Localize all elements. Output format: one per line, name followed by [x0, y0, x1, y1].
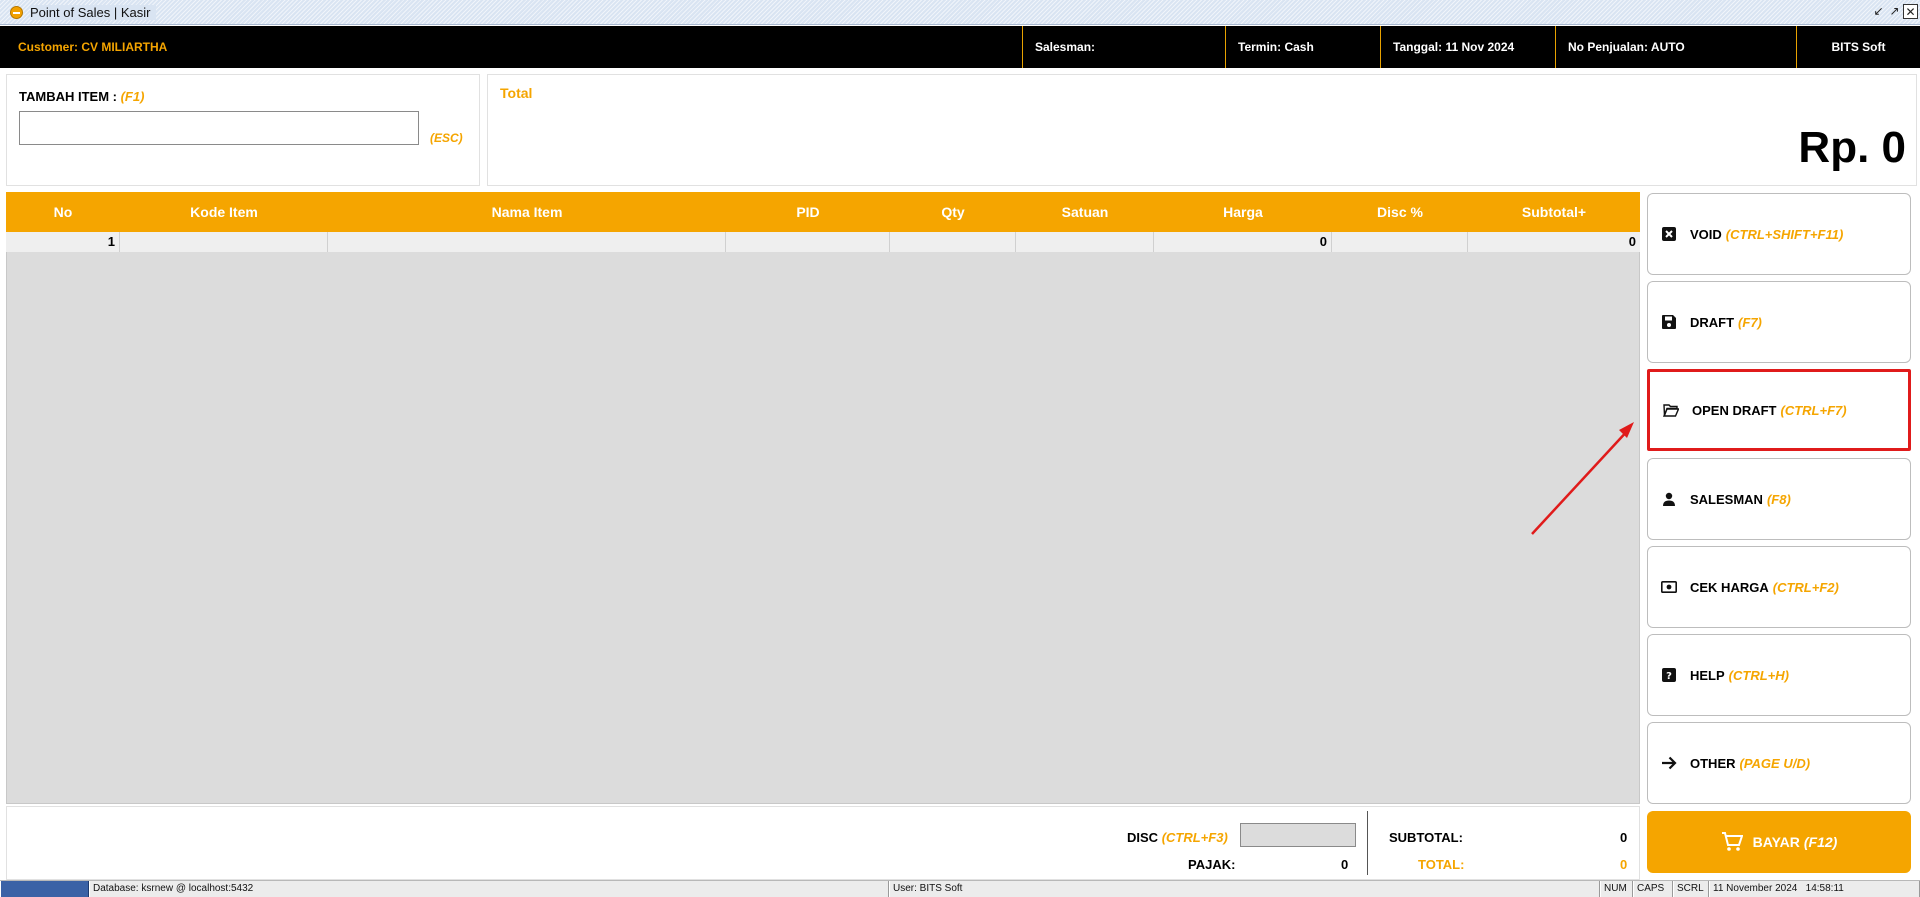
add-item-input[interactable] — [19, 111, 419, 145]
salesman-shortcut: (F8) — [1766, 491, 1791, 507]
total-amount: Rp. 0 — [1798, 123, 1906, 172]
col-subtotal[interactable]: Subtotal+ — [1468, 192, 1640, 232]
restore-icon[interactable]: ↙ — [1871, 4, 1886, 19]
draft-button[interactable]: DRAFT (F7) — [1647, 281, 1911, 363]
disc-input[interactable] — [1240, 823, 1356, 847]
esc-shortcut: (ESC) — [430, 131, 463, 145]
info-bar: Customer: CV MILIARTHA Salesman: Termin:… — [0, 26, 1920, 68]
grid-header: No Kode Item Nama Item PID Qty Satuan Ha… — [6, 192, 1640, 232]
add-item-label: TAMBAH ITEM : (F1) — [19, 89, 144, 104]
cart-icon — [1721, 832, 1743, 852]
company-label: BITS Soft — [1796, 26, 1920, 68]
disc-label: DISC — [1127, 830, 1159, 845]
cek-harga-label: CEK HARGA — [1690, 579, 1769, 595]
salesman-button[interactable]: SALESMAN (F8) — [1647, 458, 1911, 540]
svg-text:?: ? — [1666, 671, 1672, 682]
cell-satuan — [1016, 232, 1154, 252]
help-label: HELP — [1690, 667, 1725, 683]
void-label: VOID — [1690, 226, 1722, 242]
col-nama-item[interactable]: Nama Item — [328, 192, 726, 232]
cell-harga: 0 — [1154, 232, 1332, 252]
void-button[interactable]: VOID (CTRL+SHIFT+F11) — [1647, 193, 1911, 275]
total-summary-label: TOTAL: — [1418, 857, 1465, 872]
status-caps: CAPS — [1633, 881, 1673, 897]
save-icon — [1660, 313, 1678, 331]
col-disc[interactable]: Disc % — [1332, 192, 1468, 232]
items-grid[interactable] — [6, 192, 1640, 804]
cell-subtotal: 0 — [1628, 234, 1636, 249]
total-panel: Total Rp. 0 — [487, 74, 1917, 186]
bayar-shortcut: (F12) — [1803, 834, 1838, 850]
draft-label: DRAFT — [1690, 314, 1735, 330]
col-qty[interactable]: Qty — [890, 192, 1016, 232]
pajak-label: PAJAK: — [1188, 857, 1236, 872]
open-draft-button[interactable]: OPEN DRAFT (CTRL+F7) — [1647, 369, 1911, 451]
summary-panel: DISC (CTRL+F3) PAJAK: 0 SUBTOTAL: 0 TOTA… — [6, 806, 1640, 880]
other-label: OTHER — [1690, 755, 1736, 771]
col-satuan[interactable]: Satuan — [1016, 192, 1154, 232]
add-item-text: TAMBAH ITEM : — [19, 89, 117, 104]
other-shortcut: (PAGE U/D) — [1739, 755, 1811, 771]
money-icon — [1660, 578, 1678, 596]
cell-pid — [726, 232, 890, 252]
open-draft-shortcut: (CTRL+F7) — [1780, 402, 1847, 418]
cell-no: 1 — [6, 232, 120, 252]
termin-label: Termin: Cash — [1225, 26, 1379, 68]
person-icon — [1660, 490, 1678, 508]
bayar-label: BAYAR — [1752, 834, 1800, 850]
salesman-btn-label: SALESMAN — [1690, 491, 1763, 507]
title-bar: Point of Sales | Kasir ↙ ↗ ✕ — [0, 0, 1920, 25]
cell-disc — [1332, 232, 1468, 252]
window-title: Point of Sales | Kasir — [30, 5, 157, 20]
status-indicator — [0, 881, 89, 897]
folder-open-icon — [1662, 401, 1680, 419]
other-button[interactable]: OTHER (PAGE U/D) — [1647, 722, 1911, 804]
help-icon: ? — [1660, 666, 1678, 684]
status-database: Database: ksrnew @ localhost:5432 — [89, 881, 889, 897]
cell-kode — [120, 232, 328, 252]
status-num: NUM — [1600, 881, 1633, 897]
help-button[interactable]: ? HELP (CTRL+H) — [1647, 634, 1911, 716]
arrow-right-icon — [1660, 754, 1678, 772]
app-icon — [10, 6, 23, 19]
tanggal-label: Tanggal: 11 Nov 2024 — [1380, 26, 1554, 68]
subtotal-label: SUBTOTAL: — [1389, 830, 1463, 845]
void-shortcut: (CTRL+SHIFT+F11) — [1725, 226, 1844, 242]
subtotal-value: 0 — [1620, 830, 1628, 845]
disc-label-group: DISC (CTRL+F3) — [1127, 830, 1228, 845]
salesman-label: Salesman: — [1022, 26, 1222, 68]
col-kode-item[interactable]: Kode Item — [120, 192, 328, 232]
status-bar: Database: ksrnew @ localhost:5432 User: … — [0, 880, 1920, 897]
summary-divider — [1367, 811, 1368, 875]
col-pid[interactable]: PID — [726, 192, 890, 232]
help-shortcut: (CTRL+H) — [1728, 667, 1789, 683]
table-row[interactable]: 1 0 0 — [6, 232, 1640, 252]
close-icon[interactable]: ✕ — [1903, 4, 1918, 19]
col-harga[interactable]: Harga — [1154, 192, 1332, 232]
customer-label[interactable]: Customer: CV MILIARTHA — [6, 26, 167, 68]
void-icon — [1660, 225, 1678, 243]
total-summary-value: 0 — [1620, 857, 1628, 872]
cell-nama — [328, 232, 726, 252]
cek-harga-button[interactable]: CEK HARGA (CTRL+F2) — [1647, 546, 1911, 628]
add-item-shortcut: (F1) — [120, 89, 145, 104]
status-user: User: BITS Soft — [889, 881, 1600, 897]
cell-qty — [890, 232, 1016, 252]
maximize-icon[interactable]: ↗ — [1887, 4, 1902, 19]
total-label: Total — [500, 85, 533, 101]
no-penjualan-label: No Penjualan: AUTO — [1555, 26, 1795, 68]
pos-window: Point of Sales | Kasir ↙ ↗ ✕ Customer: C… — [0, 0, 1920, 897]
col-no[interactable]: No — [6, 192, 120, 232]
pajak-value: 0 — [1341, 857, 1349, 872]
disc-shortcut: (CTRL+F3) — [1161, 830, 1228, 845]
status-datetime: 11 November 2024 14:58:11 — [1709, 881, 1920, 897]
open-draft-label: OPEN DRAFT — [1692, 402, 1777, 418]
add-item-panel: TAMBAH ITEM : (F1) (ESC) — [6, 74, 480, 186]
status-scrl: SCRL — [1673, 881, 1709, 897]
bayar-button[interactable]: BAYAR (F12) — [1647, 811, 1911, 873]
cek-harga-shortcut: (CTRL+F2) — [1772, 579, 1839, 595]
draft-shortcut: (F7) — [1738, 314, 1762, 330]
